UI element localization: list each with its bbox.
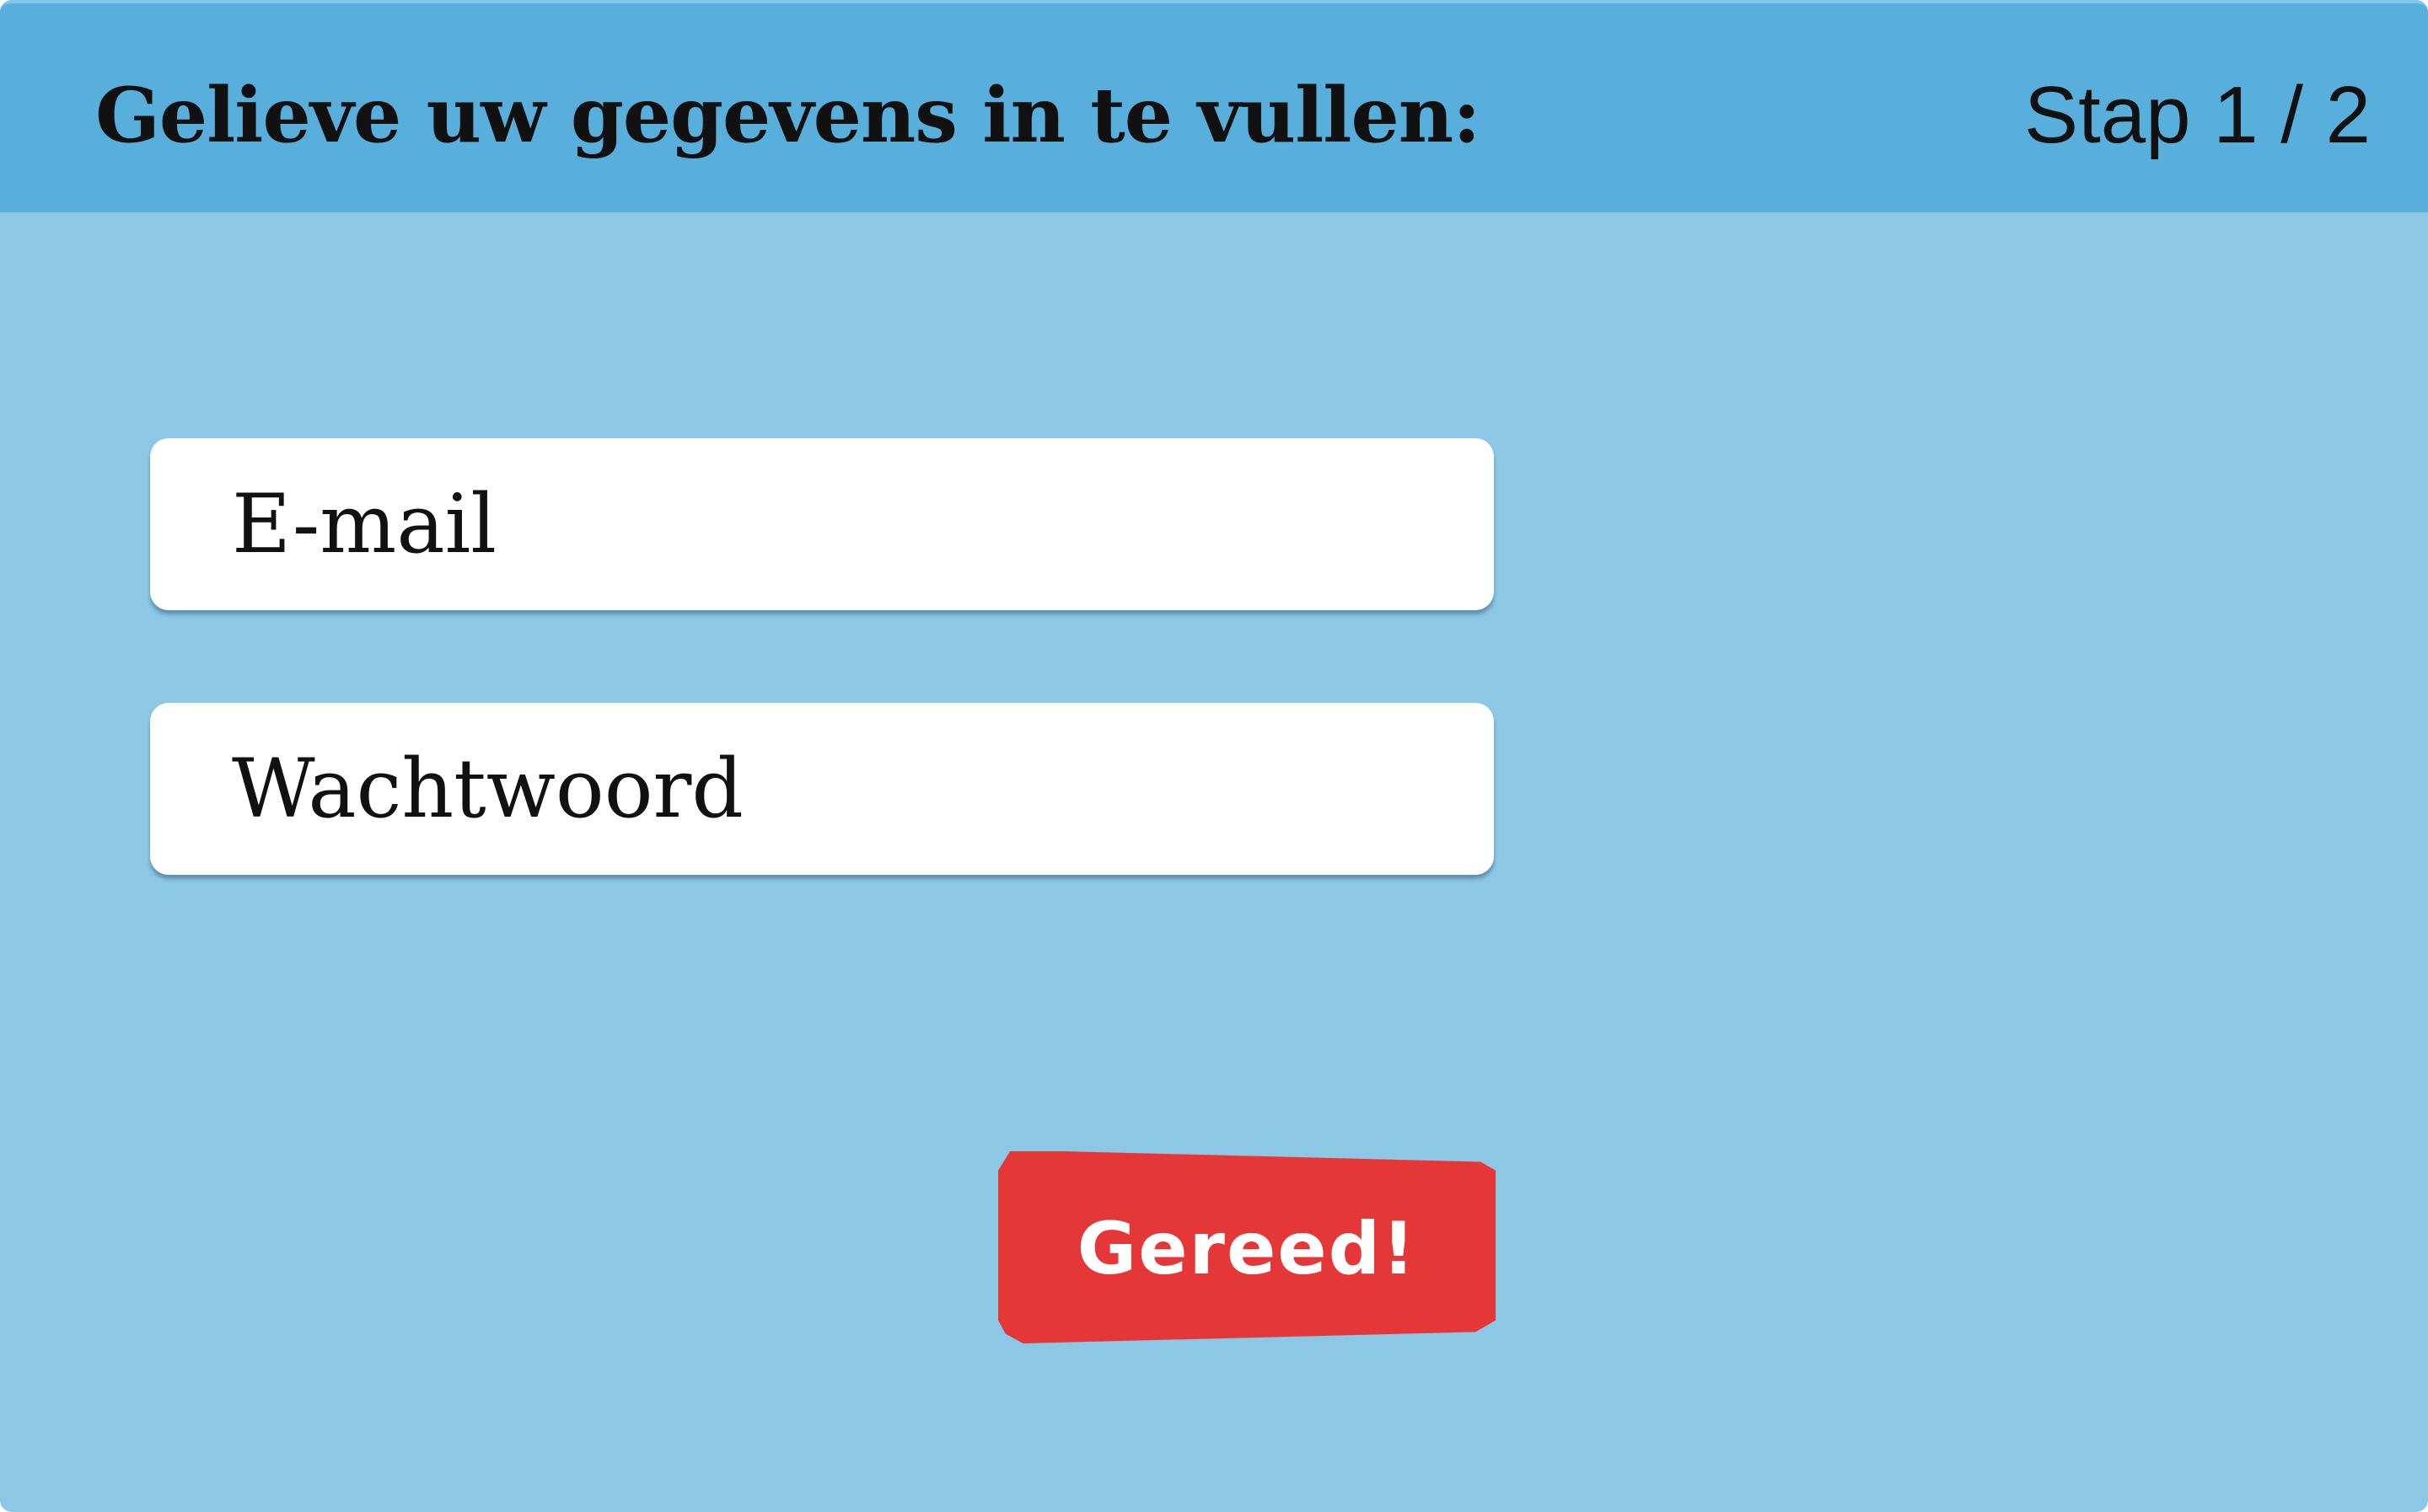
password-field[interactable] (150, 703, 1494, 875)
done-button[interactable]: Gereed! (998, 1151, 1496, 1343)
step-indicator: Stap 1 / 2 (2024, 70, 2371, 160)
page-title: Gelieve uw gegevens in te vullen: (95, 71, 1480, 160)
done-button-label: Gereed! (1077, 1207, 1417, 1291)
email-field[interactable] (150, 438, 1494, 610)
form-card: Gelieve uw gegevens in te vullen: Stap 1… (0, 0, 2428, 1512)
header-bar: Gelieve uw gegevens in te vullen: Stap 1… (0, 0, 2428, 212)
